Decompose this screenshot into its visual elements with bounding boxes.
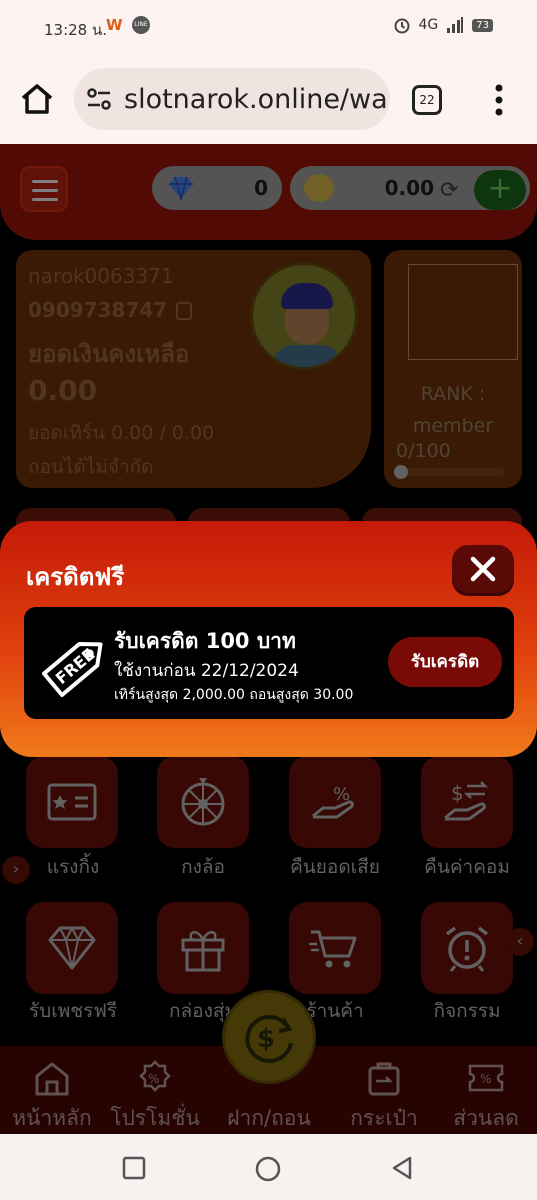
url-text: slotnarok.online/wa [124, 84, 388, 115]
w-app-icon: W [106, 16, 123, 34]
home-button-icon[interactable] [255, 1156, 281, 1182]
tab-switcher-button[interactable]: 22 [412, 85, 442, 115]
status-bar: 13:28 น. W LINE 4G 73 [0, 0, 537, 56]
line-app-icon: LINE [132, 16, 150, 34]
signal-icon [447, 17, 464, 33]
coupon-card: FREE รับเครดิต 100 บาท ใช้งานก่อน 22/12/… [24, 607, 514, 719]
battery-level: 73 [472, 18, 493, 32]
page-content: 0 0.00 ⟳ + narok0063371 0909738747 ยอดเง… [0, 144, 537, 1134]
network-type: 4G [418, 17, 439, 33]
home-icon[interactable] [18, 80, 56, 118]
more-menu-icon[interactable] [486, 82, 512, 118]
browser-toolbar: slotnarok.online/wa 22 [0, 56, 537, 144]
recent-apps-icon[interactable] [122, 1156, 146, 1180]
coupon-expiry: ใช้งานก่อน 22/12/2024 [114, 661, 299, 681]
site-settings-icon[interactable] [86, 87, 112, 111]
coupon-limits: เทิร์นสูงสุด 2,000.00 ถอนสูงสุด 30.00 [114, 687, 354, 703]
coupon-title: รับเครดิต 100 บาท [114, 629, 296, 653]
modal-title: เครดิตฟรี [26, 563, 125, 591]
claim-credit-button[interactable]: รับเครดิต [388, 637, 502, 687]
system-nav-bar [0, 1134, 537, 1200]
back-icon[interactable] [390, 1156, 414, 1180]
address-bar[interactable]: slotnarok.online/wa [74, 68, 390, 130]
close-button[interactable] [452, 545, 514, 593]
status-time: 13:28 น. [44, 21, 108, 39]
close-icon [470, 556, 496, 582]
alarm-clock-icon [394, 18, 409, 34]
free-tag-icon: FREE [42, 641, 103, 698]
free-credit-modal: เครดิตฟรี FREE รับเครดิต 100 บาท ใช้งานก… [0, 521, 537, 757]
